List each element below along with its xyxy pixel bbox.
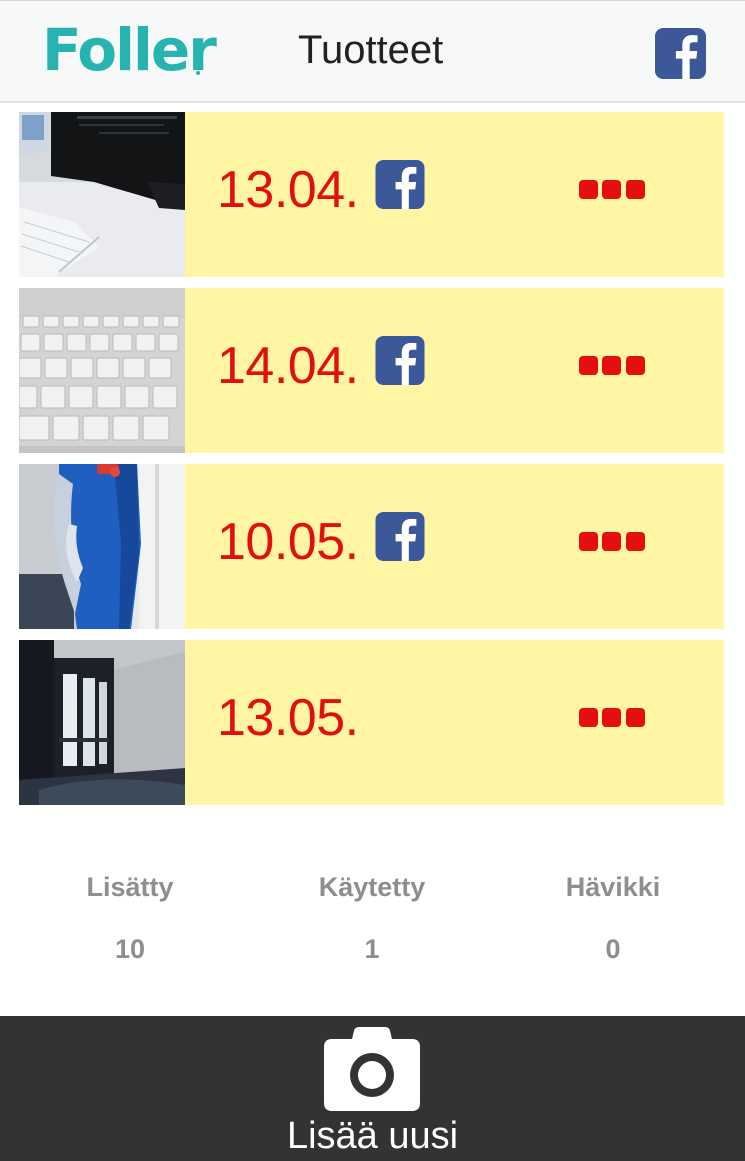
product-date: 10.05.: [217, 513, 359, 571]
more-dots-icon[interactable]: [577, 532, 649, 552]
product-date: 13.05.: [217, 689, 359, 747]
stat-value: 0: [605, 934, 621, 964]
stat-label: Hävikki: [565, 872, 661, 902]
stat-waste: Hävikki 0: [493, 870, 733, 966]
camera-icon: [324, 1027, 420, 1111]
stat-label: Lisätty: [86, 872, 174, 902]
product-thumbnail[interactable]: [19, 640, 185, 805]
product-row[interactable]: 14.04.: [19, 288, 724, 453]
product-thumbnail[interactable]: [19, 288, 185, 453]
product-thumbnail[interactable]: [19, 464, 185, 629]
product-thumbnail[interactable]: [19, 112, 185, 277]
stat-added: Lisätty 10: [10, 870, 250, 966]
product-row[interactable]: 10.05.: [19, 464, 724, 629]
product-list: 13.04. 14.04. 10.05. 13.05.: [19, 112, 724, 816]
product-row[interactable]: 13.05.: [19, 640, 724, 805]
stat-value: 10: [114, 934, 146, 964]
stats-summary: Lisätty 10 Käytetty 1 Hävikki 0: [0, 870, 745, 980]
product-date: 14.04.: [217, 337, 359, 395]
stat-value: 1: [364, 934, 380, 964]
foller-logo[interactable]: Foller: [42, 15, 217, 85]
page-title: Tuotteet: [298, 28, 444, 72]
logo-trademark-dot: [196, 71, 200, 75]
add-new-button[interactable]: Lisää uusi: [0, 1016, 745, 1161]
app-header: Foller Tuotteet: [0, 0, 745, 103]
product-date: 13.04.: [217, 161, 359, 219]
more-dots-icon[interactable]: [577, 708, 649, 728]
add-new-label: Lisää uusi: [286, 1115, 459, 1157]
facebook-icon: [375, 336, 425, 385]
stat-label: Käytetty: [318, 872, 426, 902]
facebook-icon: [375, 160, 425, 209]
product-row[interactable]: 13.04.: [19, 112, 724, 277]
more-dots-icon[interactable]: [577, 356, 649, 376]
facebook-icon[interactable]: [655, 28, 706, 79]
more-dots-icon[interactable]: [577, 180, 649, 200]
facebook-icon: [375, 512, 425, 561]
stat-used: Käytetty 1: [252, 870, 492, 966]
